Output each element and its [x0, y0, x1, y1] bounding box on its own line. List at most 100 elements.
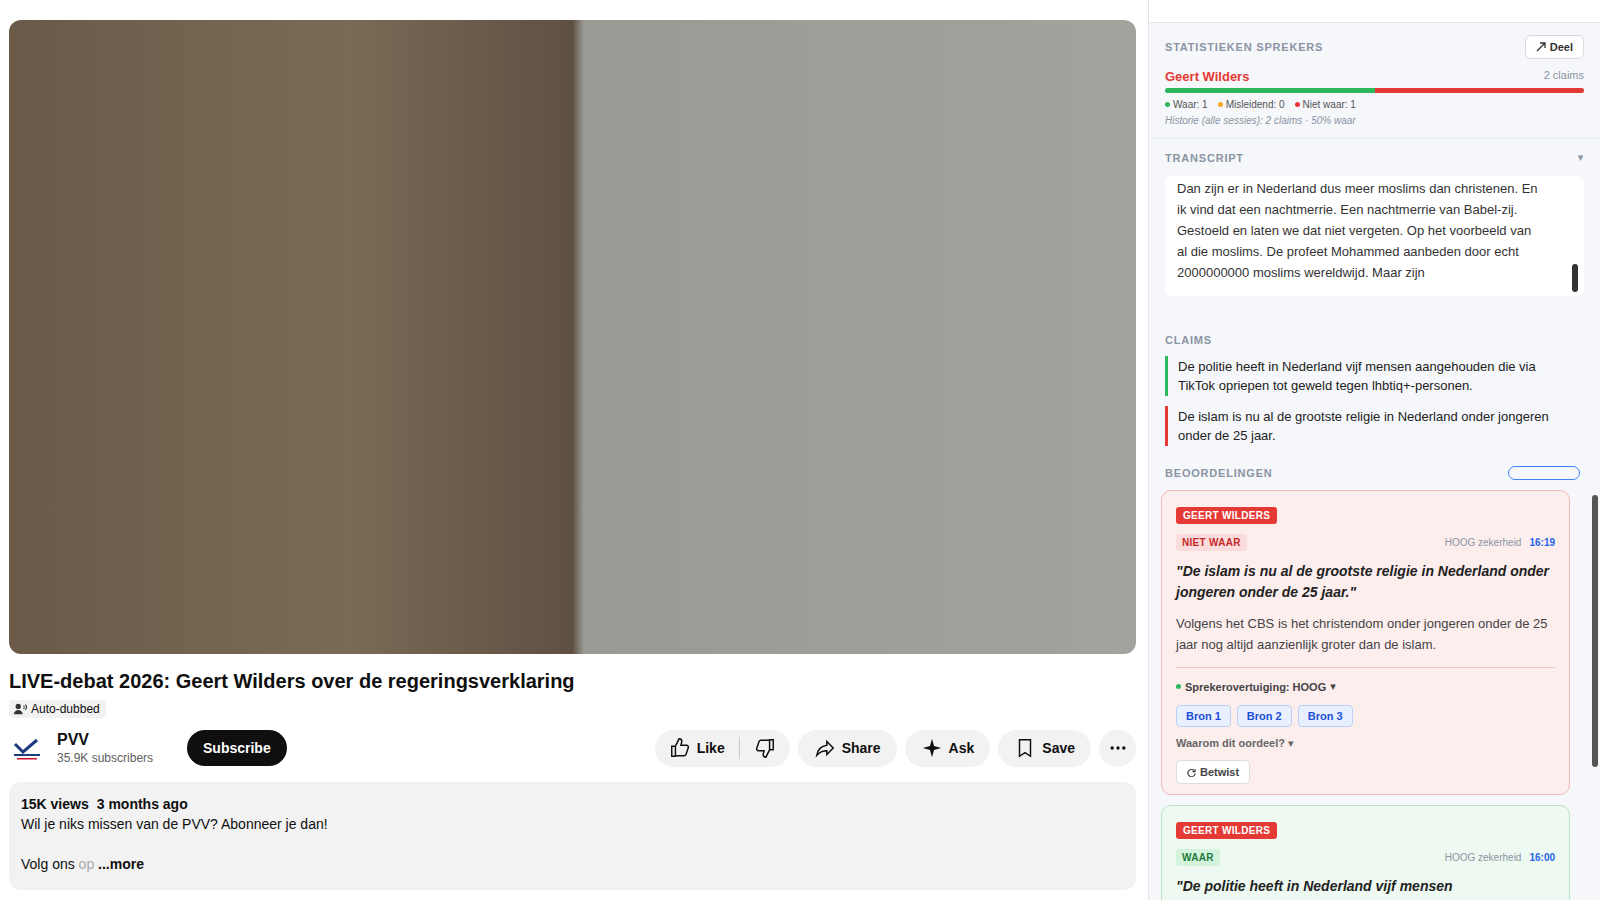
speaker-badge: GEERT WILDERS [1176, 507, 1277, 524]
legend-label: Niet waar: 1 [1303, 99, 1356, 110]
transcript-line: Dan zijn er in Nederland dus meer moslim… [1177, 178, 1554, 199]
rating-card: GEERT WILDERSWAARHOOG zekerheid16:00"De … [1161, 805, 1570, 900]
share-icon [814, 737, 836, 759]
ratings-section: BEOORDELINGEN GEERT WILDERSNIET WAARHOOG … [1149, 456, 1600, 900]
certainty-label: HOOG zekerheid [1445, 537, 1522, 548]
share-arrow-icon [1536, 42, 1546, 52]
like-dislike-group: Like [655, 730, 790, 767]
legend-label: Misleidend: 0 [1226, 99, 1285, 110]
speaker-badge: GEERT WILDERS [1176, 822, 1277, 839]
legend-dot [1218, 102, 1223, 107]
transcript-header[interactable]: TRANSCRIPT ▾ [1165, 151, 1584, 164]
verdict-legend: Waar: 1 Misleidend: 0 Niet waar: 1 [1165, 99, 1584, 110]
certainty-info: HOOG zekerheid 16:19 [1445, 537, 1555, 548]
description-box[interactable]: 15K views3 months agoWil je niks missen … [9, 782, 1136, 890]
refresh-icon [1187, 768, 1196, 777]
transcript-scrollbar[interactable] [1572, 264, 1578, 292]
claim-count: 2 claims [1544, 69, 1584, 84]
timestamp-link[interactable]: 16:19 [1529, 537, 1555, 548]
dispute-label: Betwist [1200, 766, 1239, 778]
subscribe-button[interactable]: Subscribe [187, 730, 287, 766]
verdict-explanation: Volgens het CBS is het christendom onder… [1176, 613, 1555, 655]
speaker-conviction[interactable]: Sprekerovertuiging: HOOG ▾ [1176, 680, 1555, 693]
source-button[interactable]: Bron 1 [1176, 705, 1231, 727]
follow-text: Volg ons [21, 856, 75, 872]
share-label: Deel [1550, 41, 1573, 53]
transcript-line: 2000000000 moslims wereldwijd. Maar zijn [1177, 262, 1554, 283]
conviction-dot [1176, 684, 1181, 689]
share-button[interactable]: Deel [1525, 35, 1584, 59]
conviction-caret: ▾ [1330, 680, 1336, 693]
like-label: Like [697, 740, 725, 756]
verdict-bar-fill [1375, 88, 1585, 93]
save-button[interactable]: Save [998, 730, 1091, 767]
claim-quote: "De politie heeft in Nederland vijf mens… [1176, 876, 1555, 897]
show-more-link[interactable]: ...more [98, 856, 144, 872]
source-button[interactable]: Bron 3 [1298, 705, 1353, 727]
video-player[interactable] [9, 20, 1136, 654]
legend-dot [1295, 102, 1300, 107]
card-divider [1176, 667, 1555, 668]
description-follow: Volg ons op ...more [21, 854, 1124, 874]
action-buttons: Like Share Ask Save [655, 730, 1136, 767]
timestamp-link[interactable]: 16:00 [1529, 852, 1555, 863]
transcript-caret: ▾ [1578, 151, 1584, 164]
person-icon [13, 702, 27, 716]
claims-section: CLAIMS De politie heeft in Nederland vijf… [1149, 308, 1600, 456]
dispute-button[interactable]: Betwist [1176, 760, 1250, 784]
page: LIVE-debat 2026: Geert Wilders over de r… [0, 0, 1600, 900]
source-button[interactable]: Bron 2 [1237, 705, 1292, 727]
description-text: Wil je niks missen van de PVV? Abonneer … [21, 814, 1124, 834]
ask-label: Ask [949, 740, 975, 756]
rating-card: GEERT WILDERSNIET WAARHOOG zekerheid16:1… [1161, 490, 1570, 795]
share-button[interactable]: Share [798, 730, 897, 767]
history-note: Historie (alle sessies): 2 claims · 50% … [1165, 115, 1584, 126]
conviction-label: Sprekerovertuiging: HOOG [1185, 681, 1326, 693]
save-icon [1014, 737, 1036, 759]
legend-item: Misleidend: 0 [1218, 99, 1285, 110]
channel-row: PVV35.9K subscribersSubscribeLikeShareAs… [9, 726, 1136, 770]
factcheck-panel: STATISTIEKEN SPREKERSDeel Geert Wilders2 … [1148, 0, 1600, 900]
speaker-row: Geert Wilders2 claims [1165, 69, 1584, 84]
dislike-button[interactable] [740, 730, 790, 767]
claim-item[interactable]: De politie heeft in Nederland vijf mense… [1165, 356, 1584, 396]
claim-item[interactable]: De islam is nu al de grootste religie in… [1165, 406, 1584, 446]
auto-dubbed-label: Auto-dubbed [31, 702, 100, 716]
thumbs-down-icon [754, 737, 776, 759]
transcript-line: Gestoeld en laten we dat niet vergeten. … [1177, 220, 1554, 241]
certainty-label: HOOG zekerheid [1445, 852, 1522, 863]
claim-quote: "De islam is nu al de grootste religie i… [1176, 561, 1555, 603]
transcript-title: TRANSCRIPT [1165, 152, 1244, 164]
thumbs-up-icon [669, 737, 691, 759]
ratings-header: BEOORDELINGEN [1161, 466, 1584, 480]
channel-name[interactable]: PVV [57, 731, 167, 749]
like-button[interactable]: Like [655, 730, 739, 767]
legend-item: Waar: 1 [1165, 99, 1208, 110]
more-button[interactable] [1099, 730, 1136, 767]
upload-age: 3 months ago [97, 794, 188, 814]
channel-logo-icon [9, 730, 45, 766]
verdict-bar [1165, 88, 1584, 93]
speaker-stats-section: STATISTIEKEN SPREKERSDeel Geert Wilders2 … [1149, 23, 1600, 139]
legend-label: Waar: 1 [1173, 99, 1208, 110]
verdict-row: NIET WAARHOOG zekerheid16:19 [1176, 534, 1555, 551]
legend-dot [1165, 102, 1170, 107]
video-title: LIVE-debat 2026: Geert Wilders over de r… [9, 668, 1136, 694]
claims-title: CLAIMS [1165, 334, 1584, 346]
transcript-box[interactable]: Dan zijn er in Nederland dus meer moslim… [1165, 176, 1584, 296]
legend-item: Niet waar: 1 [1295, 99, 1356, 110]
transcript-line: ik vind dat een nachtmerrie. Een nachtme… [1177, 199, 1554, 220]
why-toggle[interactable]: Waarom dit oordeel? ▾ [1176, 737, 1555, 750]
ratings-scrollbar[interactable] [1592, 495, 1598, 767]
save-label: Save [1042, 740, 1075, 756]
video-column: LIVE-debat 2026: Geert Wilders over de r… [0, 0, 1148, 900]
ask-button[interactable]: Ask [905, 730, 991, 767]
ratings-filter[interactable] [1508, 466, 1580, 480]
verdict-bar-fill [1165, 88, 1375, 93]
source-list: Bron 1 Bron 2 Bron 3 [1176, 705, 1555, 727]
transcript-section: TRANSCRIPT ▾ Dan zijn er in Nederland dus … [1149, 139, 1600, 308]
share-label: Share [842, 740, 881, 756]
stats-header: STATISTIEKEN SPREKERSDeel [1165, 35, 1584, 59]
certainty-info: HOOG zekerheid 16:00 [1445, 852, 1555, 863]
follow-text-faded: op [79, 856, 95, 872]
